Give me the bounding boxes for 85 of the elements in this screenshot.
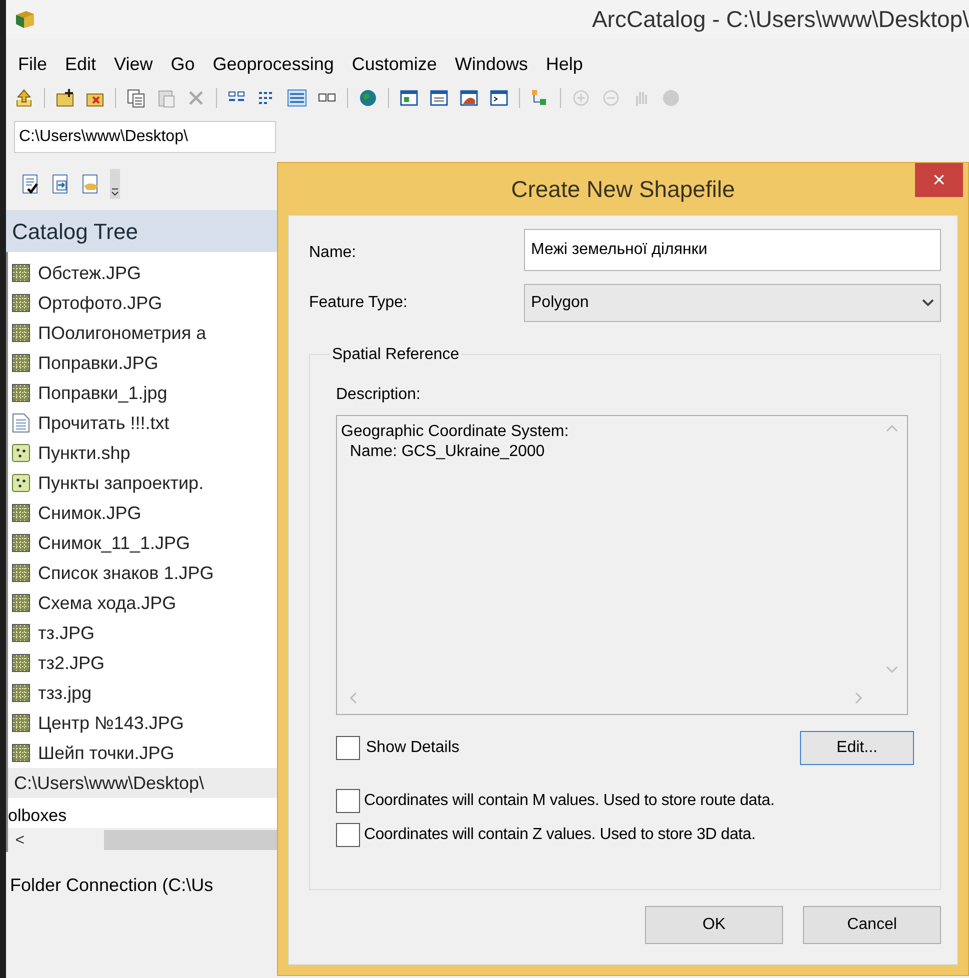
edit-button[interactable]: Edit... xyxy=(800,731,914,765)
toolbar-overflow-icon[interactable] xyxy=(110,169,120,199)
menu-item[interactable]: Edit xyxy=(65,50,96,78)
menu-item[interactable]: Customize xyxy=(352,50,437,78)
menu-item[interactable]: Windows xyxy=(454,50,528,78)
menu-item[interactable]: Go xyxy=(170,50,195,78)
checkbox-label: Coordinates will contain M values. Used to store route data. xyxy=(364,791,774,811)
checkbox[interactable] xyxy=(336,823,360,847)
checkbox[interactable] xyxy=(336,736,360,760)
status-text: Folder Connection (C:\Us xyxy=(10,874,214,897)
path-text: C:\Users\www\Desktop\ xyxy=(14,772,204,795)
raster-grid-icon xyxy=(12,504,30,522)
dropdown-value: Polygon xyxy=(531,293,590,313)
details-view-icon[interactable] xyxy=(287,88,307,108)
document-import-icon[interactable] xyxy=(50,174,70,194)
app-logo-icon xyxy=(14,9,36,29)
field-label: Name: xyxy=(309,243,358,263)
tree-item[interactable]: Шейп точки.JPG xyxy=(38,740,174,766)
document-check-icon[interactable] xyxy=(20,174,40,194)
terminal-window-icon[interactable] xyxy=(489,88,509,108)
panel-title: Catalog Tree xyxy=(12,218,138,246)
raster-grid-icon xyxy=(12,564,30,582)
scroll-thumb[interactable] xyxy=(104,830,278,850)
text-file-icon xyxy=(12,413,30,433)
checkbox-label: Show Details xyxy=(366,738,460,758)
tree-item[interactable]: тз2.JPG xyxy=(38,650,105,676)
tree-item[interactable]: Список знаков 1.JPG xyxy=(38,560,214,586)
folder-plus-icon[interactable] xyxy=(55,88,75,108)
address-text: C:\Users\www\Desktop\ xyxy=(19,127,188,147)
dialog-title: Create New Shapefile xyxy=(511,174,735,204)
raster-grid-icon xyxy=(12,264,30,282)
point-layer-icon xyxy=(12,474,30,492)
raster-grid-icon xyxy=(12,624,30,642)
menu-item[interactable]: File xyxy=(18,50,48,78)
tree-item[interactable]: Схема хода.JPG xyxy=(38,590,176,616)
raster-grid-icon xyxy=(12,684,30,702)
raster-grid-icon xyxy=(12,594,30,612)
tree-item[interactable]: Снимок.JPG xyxy=(38,500,142,526)
tree-item[interactable]: Ортофото.JPG xyxy=(38,290,162,316)
description-line: Geographic Coordinate System: xyxy=(341,422,570,442)
raster-grid-icon xyxy=(12,354,30,372)
close-button[interactable]: × xyxy=(915,163,963,197)
globe-icon[interactable] xyxy=(358,88,378,108)
tree-item[interactable]: Снимок_11_1.JPG xyxy=(38,530,190,556)
raster-grid-icon xyxy=(12,384,30,402)
raster-grid-icon xyxy=(12,534,30,552)
horizontal-scrollbar[interactable]: < xyxy=(8,828,278,852)
raster-grid-icon xyxy=(12,744,30,762)
ok-button[interactable]: OK xyxy=(645,906,783,944)
raster-grid-icon xyxy=(12,324,30,342)
cancel-button[interactable]: Cancel xyxy=(803,906,941,944)
tree-item[interactable]: Прочитать !!!.txt xyxy=(38,410,170,436)
raster-grid-icon xyxy=(12,654,30,672)
description-line: Name: GCS_Ukraine_2000 xyxy=(348,442,546,462)
point-layer-icon xyxy=(12,444,30,462)
menu-item[interactable]: View xyxy=(114,50,153,78)
field-label: Feature Type: xyxy=(309,293,408,313)
feature-type-dropdown[interactable]: Polygon xyxy=(524,284,941,322)
field-label: Description: xyxy=(336,385,422,405)
raster-grid-icon xyxy=(12,294,30,312)
tree-item[interactable]: тз.JPG xyxy=(38,620,95,646)
copy-icon[interactable] xyxy=(126,88,146,108)
chevron-down-icon xyxy=(922,299,934,307)
tree-item[interactable]: ПОолигонометрия а xyxy=(38,320,206,346)
scroll-left-button[interactable]: < xyxy=(8,829,32,851)
raster-grid-icon xyxy=(12,714,30,732)
tree-item[interactable]: Центр №143.JPG xyxy=(38,710,184,736)
tree-item[interactable]: Пункты запроектир. xyxy=(38,470,204,496)
menu-item[interactable]: Help xyxy=(546,50,583,78)
checkbox[interactable] xyxy=(336,789,360,813)
tree-item[interactable]: Обстеж.JPG xyxy=(38,260,142,286)
name-field[interactable]: Межі земельної ділянки xyxy=(524,229,941,271)
checkbox-label: Coordinates will contain Z values. Used to store 3D data. xyxy=(364,825,756,845)
window-icon[interactable] xyxy=(399,88,419,108)
tree-item[interactable]: Поправки.JPG xyxy=(38,350,158,376)
window-icon[interactable] xyxy=(429,88,449,108)
address-field[interactable]: C:\Users\www\Desktop\ xyxy=(14,121,276,153)
menu-item[interactable]: Geoprocessing xyxy=(212,50,334,78)
tree-item[interactable]: Поправки_1.jpg xyxy=(38,380,168,406)
window-title: ArcCatalog - C:\Users\www\Desktop\ xyxy=(592,4,969,34)
tree-item[interactable]: Пункти.shp xyxy=(38,440,130,466)
window-icon[interactable] xyxy=(459,88,479,108)
toolbox-text: olboxes xyxy=(8,804,67,826)
tree-item[interactable]: тзз.jpg xyxy=(38,680,92,706)
folder-up-icon[interactable] xyxy=(14,88,34,108)
